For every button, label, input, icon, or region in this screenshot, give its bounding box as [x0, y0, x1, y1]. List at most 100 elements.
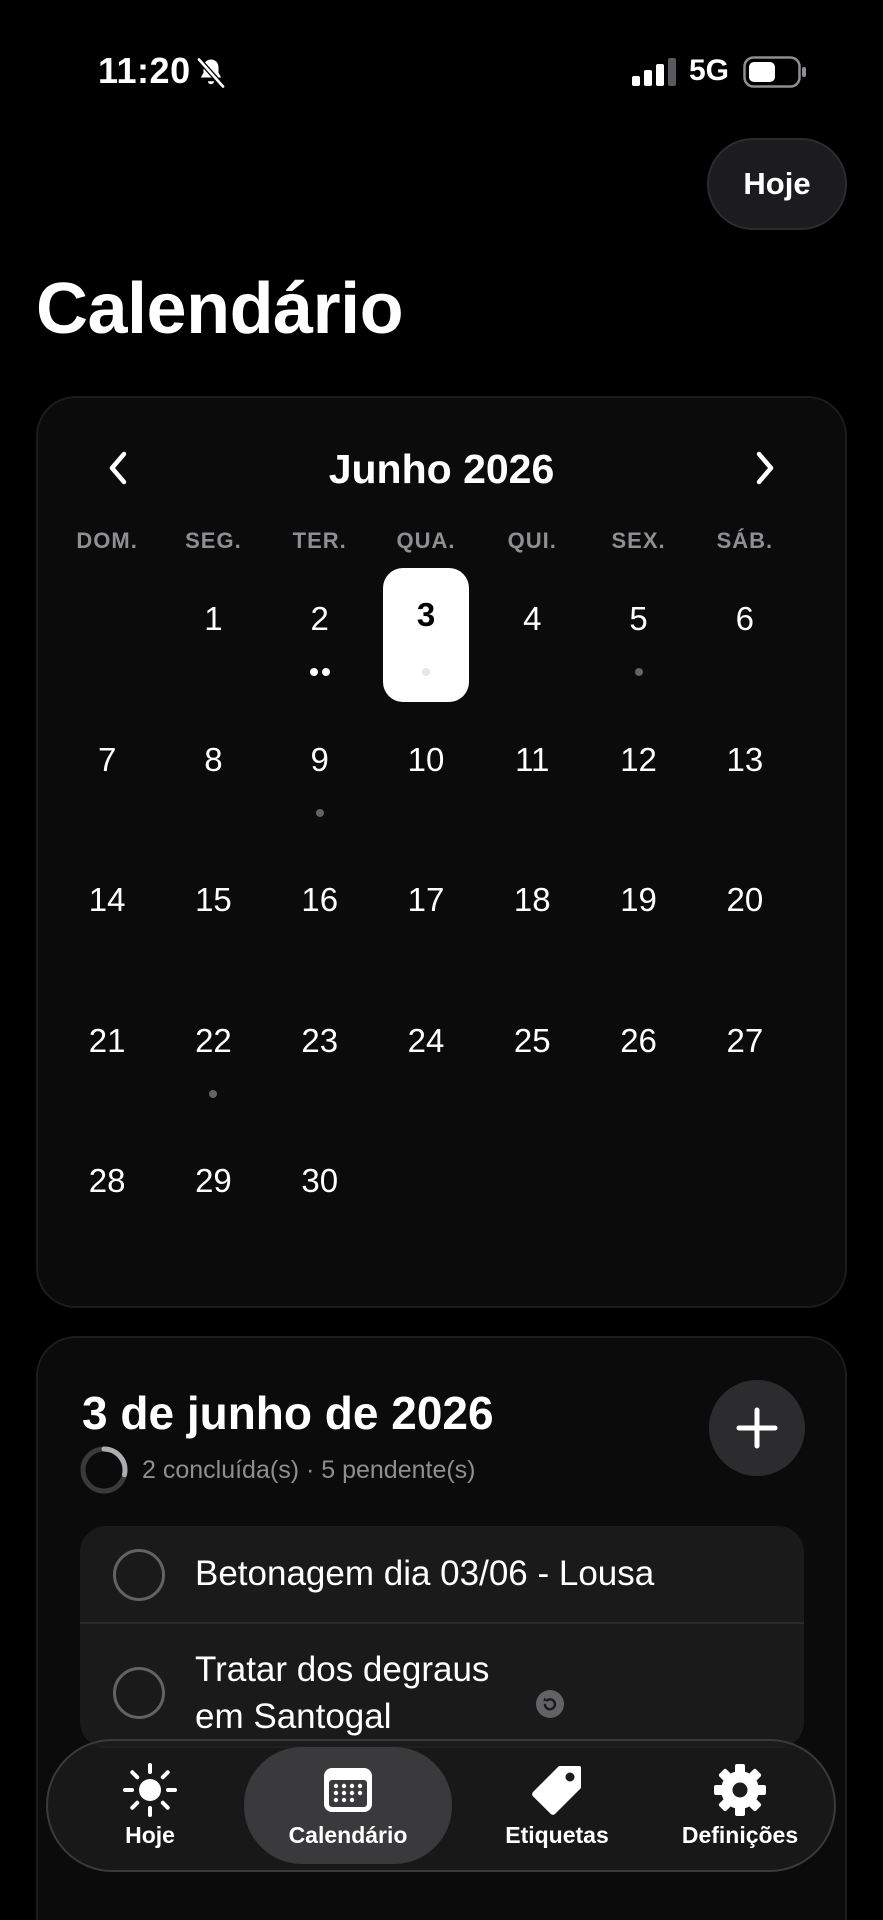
calendar-day[interactable]: 16: [267, 849, 373, 990]
calendar-day[interactable]: 28: [54, 1130, 160, 1271]
task-summary: 2 concluída(s) · 5 pendente(s): [142, 1456, 476, 1484]
day-number: 21: [88, 1021, 126, 1059]
calendar-day[interactable]: 30: [267, 1130, 373, 1271]
calendar-day[interactable]: 19: [585, 849, 691, 990]
day-number: 29: [195, 1162, 232, 1200]
day-number: 26: [620, 1021, 657, 1059]
bell-muted-icon: [197, 57, 225, 89]
status-time: 11:20: [98, 50, 191, 91]
calendar-day[interactable]: 13: [692, 709, 798, 850]
day-number: 17: [407, 881, 445, 919]
tag-icon: [532, 1766, 581, 1815]
calendar-day[interactable]: 18: [479, 849, 585, 990]
day-number: 8: [204, 740, 223, 778]
calendar-day[interactable]: 11: [479, 709, 585, 850]
day-number: 25: [513, 1021, 551, 1059]
day-number: 30: [301, 1162, 339, 1200]
next-month-button[interactable]: [741, 444, 789, 492]
calendar-day[interactable]: 12: [585, 709, 691, 850]
plus-icon: [736, 1407, 778, 1449]
task-dot: [321, 668, 330, 676]
calendar-day-grid: 1 2 3 4 5 6 7 8 9 10 11 12 13 14 15 16 17 18 19 20 21 22 23 24 2…: [54, 568, 798, 1271]
chevron-right-icon: [756, 451, 774, 485]
day-number: 27: [726, 1021, 764, 1059]
calendar-day[interactable]: 2: [267, 568, 373, 709]
calendar-day[interactable]: 20: [692, 849, 798, 990]
task-checkbox[interactable]: [113, 1667, 165, 1719]
calendar-day[interactable]: 24: [373, 990, 479, 1131]
tab-definicoes[interactable]: Definições: [656, 1747, 824, 1864]
day-number: 28: [88, 1162, 126, 1200]
add-task-button[interactable]: [709, 1380, 805, 1476]
calendar-day[interactable]: 21: [54, 990, 160, 1131]
weekday-label: SEX.: [611, 528, 666, 553]
day-number: 24: [407, 1021, 445, 1059]
battery-icon: [743, 56, 806, 88]
calendar-day[interactable]: 7: [54, 709, 160, 850]
tab-hoje[interactable]: Hoje: [62, 1747, 238, 1864]
calendar-day-selected[interactable]: 3: [373, 568, 479, 709]
day-number: 13: [726, 740, 764, 778]
calendar-day[interactable]: 4: [479, 568, 585, 709]
task-dot: [315, 808, 324, 817]
weekday-label: TER.: [292, 528, 347, 553]
day-number: 10: [407, 740, 445, 778]
task-dot: [634, 668, 643, 676]
day-number: 22: [195, 1021, 232, 1059]
weekday-label: SEG.: [185, 528, 242, 553]
sun-icon: [123, 1763, 177, 1817]
task-indicator-dots: [373, 668, 479, 676]
calendar-card: Junho 2026 DOM. SEG. TER. QUA. QUI. SEX. SÁB. …: [36, 396, 847, 1308]
calendar-empty-cell: [54, 568, 160, 709]
weekday-label: SÁB.: [716, 528, 774, 553]
weekday-header-row: DOM. SEG. TER. QUA. QUI. SEX. SÁB.: [54, 528, 798, 554]
calendar-day[interactable]: 9: [267, 709, 373, 850]
task-indicator-dots: [267, 668, 373, 676]
day-number: 7: [97, 740, 117, 778]
tab-label: Hoje: [125, 1822, 175, 1848]
calendar-day[interactable]: 8: [160, 709, 266, 850]
calendar-day[interactable]: 23: [267, 990, 373, 1131]
tab-etiquetas[interactable]: Etiquetas: [462, 1747, 652, 1864]
calendar-day[interactable]: 5: [585, 568, 691, 709]
task-indicator-dots: [267, 808, 373, 817]
task-list: Betonagem dia 03/06 - Lousa Tratar dos d…: [80, 1526, 804, 1748]
calendar-day[interactable]: 14: [54, 849, 160, 990]
calendar-day[interactable]: 17: [373, 849, 479, 990]
today-button[interactable]: Hoje: [707, 138, 847, 230]
calendar-day[interactable]: 26: [585, 990, 691, 1131]
calendar-day[interactable]: 29: [160, 1130, 266, 1271]
day-number: 23: [301, 1021, 339, 1059]
selected-day-title: 3 de junho de 2026: [82, 1387, 494, 1439]
day-number: 6: [735, 600, 755, 637]
calendar-day[interactable]: 27: [692, 990, 798, 1131]
task-checkbox[interactable]: [113, 1549, 165, 1601]
task-item[interactable]: Tratar dos degraus em Santogal: [80, 1624, 804, 1748]
day-number: 3: [416, 596, 436, 633]
calendar-day[interactable]: 1: [160, 568, 266, 709]
month-title: Junho 2026: [328, 446, 555, 492]
cellular-signal-icon: [632, 58, 676, 86]
calendar-day[interactable]: 15: [160, 849, 266, 990]
day-number: 4: [523, 600, 542, 637]
day-number: 9: [310, 740, 329, 778]
task-dot: [209, 1089, 218, 1098]
task-indicator-dots: [160, 1089, 266, 1098]
calendar-day[interactable]: 22: [160, 990, 266, 1131]
day-number: 12: [620, 740, 657, 778]
weekday-label: QUI.: [507, 528, 557, 553]
day-number: 11: [515, 740, 550, 778]
tab-label: Etiquetas: [505, 1822, 609, 1848]
calendar-day[interactable]: 25: [479, 990, 585, 1131]
gear-icon: [714, 1764, 766, 1816]
calendar-day[interactable]: 6: [692, 568, 798, 709]
calendar-day[interactable]: 10: [373, 709, 479, 850]
calendar-icon: [324, 1768, 372, 1812]
repeat-icon: [536, 1690, 564, 1718]
tab-calendario[interactable]: Calendário: [244, 1747, 452, 1864]
task-dot: [421, 668, 430, 676]
task-item[interactable]: Betonagem dia 03/06 - Lousa: [80, 1526, 804, 1624]
task-title: Tratar dos degraus em Santogal: [195, 1650, 490, 1736]
progress-ring-icon: [80, 1446, 128, 1494]
day-number: 15: [195, 881, 232, 919]
